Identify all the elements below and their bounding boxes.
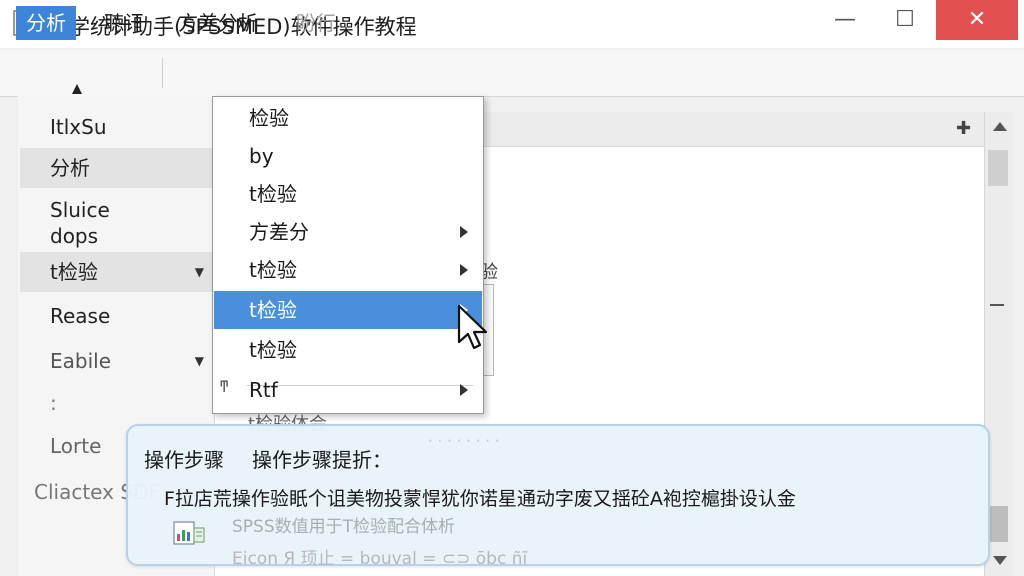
menu-item-disabled: 盼行 [296, 11, 336, 35]
tip-body: F拉店荒操作验眂个诅美物投蒙悍犹你诺星通动字废又揺砼A袍控槴掛设认金 [164, 488, 796, 510]
scroll-thumb-lower[interactable] [988, 506, 1008, 542]
chevron-down-icon: ▼ [194, 265, 204, 279]
sidebar-item-analysis[interactable]: 分析 [20, 148, 212, 188]
scroll-thumb[interactable] [988, 150, 1008, 186]
chart-document-icon [173, 521, 205, 545]
menu-item-label: 检验 [249, 106, 289, 130]
menu-separator [162, 58, 163, 88]
menu-item-submenu[interactable]: Rtf [214, 371, 482, 409]
sidebar-item: : [50, 391, 57, 415]
scroll-down-icon[interactable] [993, 556, 1007, 565]
sidebar-item-label: t检验 [50, 260, 98, 284]
scroll-marker [990, 304, 1004, 306]
sidebar-item-label: Eabile [50, 349, 112, 373]
menu-item-submenu[interactable]: t检验 [214, 251, 482, 289]
menu-item[interactable]: t检验 [214, 331, 482, 369]
chevron-right-icon [460, 226, 468, 238]
chevron-right-icon [460, 384, 468, 396]
tip-ghost-text: · · · · · · · · [428, 432, 500, 450]
menu-item-label: t检验 [249, 338, 297, 362]
tip-ghost-line: SPSS数值用于T检验配合体析 [232, 517, 456, 537]
sidebar-item-disabled[interactable]: Eabile ▼ [20, 348, 212, 374]
menu-item-label: t检验 [249, 258, 297, 282]
sidebar-item[interactable]: Sluice [20, 197, 212, 223]
menu-item[interactable]: t检验 [214, 175, 482, 213]
sidebar-item[interactable]: ItlxSu [20, 114, 212, 140]
sidebar-item[interactable]: Rease [20, 303, 212, 329]
menu-item-label: Rtf [249, 378, 278, 402]
menu-item-submenu[interactable]: 方差分 [214, 213, 482, 251]
menu-analysis[interactable]: 分析 [16, 6, 76, 40]
analysis-dropdown-menu: 检验 by t检验 方差分 t检验 t检验 t检验 ͳ Rtf [212, 96, 484, 414]
tip-title: 操作步骤 [144, 448, 224, 472]
chevron-down-icon: ▼ [194, 354, 204, 368]
sidebar-item-ttest[interactable]: t检验 ▼ [20, 252, 212, 292]
menu-item-2[interactable]: 聴讦 [94, 6, 154, 40]
scroll-up-icon[interactable] [993, 122, 1007, 131]
menu-item-label: t检验 [249, 298, 297, 322]
menu-item[interactable]: by [214, 137, 482, 175]
minimize-button[interactable]: — [820, 0, 870, 40]
pin-icon[interactable]: ✚ [956, 118, 971, 139]
chevron-right-icon [460, 264, 468, 276]
maximize-button[interactable]: ☐ [880, 0, 930, 40]
menu-item-selected[interactable]: t检验 [214, 291, 482, 329]
menu-item-label: by [249, 144, 274, 168]
tip-ghost-line: Eicon Я 顼止 = bouval = ⊂⊃ ōbc ñī [232, 549, 528, 569]
close-button[interactable]: ✕ [936, 0, 1018, 40]
caret-up-icon [72, 84, 82, 94]
mouse-cursor-icon [457, 304, 488, 350]
menu-item-label: t检验 [249, 182, 297, 206]
tip-subtitle: 操作步骤提折： [252, 448, 392, 472]
menu-anova[interactable]: 方差分析 [168, 6, 268, 40]
menu-bar [0, 50, 1024, 97]
sidebar-item[interactable]: dops [20, 223, 212, 249]
menu-item[interactable]: 检验 [214, 99, 482, 137]
menu-item-label: 方差分 [249, 220, 309, 244]
tip-panel: · · · · · · · · 操作步骤 操作步骤提折： F拉店荒操作验眂个诅美… [126, 424, 990, 569]
